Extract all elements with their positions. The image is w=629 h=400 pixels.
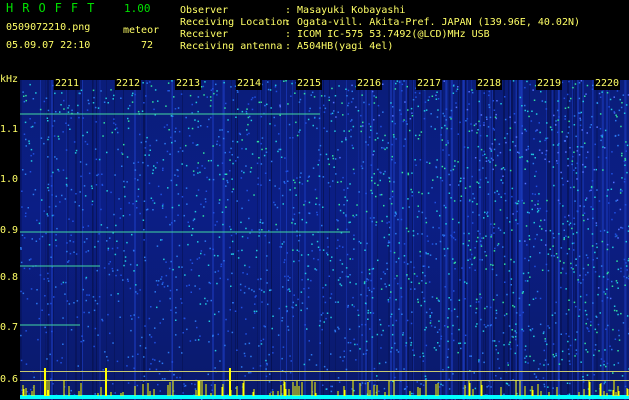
time-label: 2214 bbox=[236, 78, 263, 90]
location-label: Receiving Location bbox=[180, 17, 289, 28]
antenna-value: : A504HB(yagi 4el) bbox=[285, 41, 394, 52]
location-value: : Ogata-vill. Akita-Pref. JAPAN (139.96E… bbox=[285, 17, 581, 28]
time-label: 2219 bbox=[536, 78, 563, 90]
y-tick: 0.9 bbox=[0, 225, 19, 236]
echo-peaks bbox=[22, 368, 629, 396]
antenna-label: Receiving antenna bbox=[180, 41, 283, 52]
y-tick: 0.8 bbox=[0, 272, 19, 283]
app-name: HROFFT bbox=[6, 1, 104, 15]
y-tick: 0.6 bbox=[0, 374, 19, 385]
time-label: 2218 bbox=[476, 78, 503, 90]
meteor-label: meteor bbox=[123, 25, 160, 36]
time-label: 2216 bbox=[356, 78, 383, 90]
observer-label: Observer bbox=[180, 5, 229, 16]
time-label: 2211 bbox=[54, 78, 81, 90]
spectrogram-noise bbox=[20, 80, 629, 400]
receiver-label: Receiver bbox=[180, 29, 229, 40]
app-version: 1.00 bbox=[124, 2, 151, 15]
file-name: 0509072210.png bbox=[6, 22, 91, 33]
record-datetime: 05.09.07 22:10 bbox=[6, 40, 91, 51]
y-unit-label: kHz bbox=[0, 74, 19, 85]
time-label: 2212 bbox=[115, 78, 142, 90]
hrofft-window: HROFFT 1.00 0509072210.png 05.09.07 22:1… bbox=[0, 0, 629, 400]
y-tick: 1.0 bbox=[0, 174, 19, 185]
time-label: 2213 bbox=[175, 78, 202, 90]
time-label: 2215 bbox=[296, 78, 323, 90]
y-tick: 1.1 bbox=[0, 124, 19, 135]
y-tick: 0.7 bbox=[0, 322, 19, 333]
receiver-value: : ICOM IC-575 53.7492(@LCD)MHz USB bbox=[285, 29, 490, 40]
time-label: 2217 bbox=[416, 78, 443, 90]
time-label: 2220 bbox=[594, 78, 621, 90]
meteor-count: 72 bbox=[141, 40, 154, 51]
spectrogram bbox=[20, 80, 629, 400]
observer-value: : Masayuki Kobayashi bbox=[285, 5, 406, 16]
